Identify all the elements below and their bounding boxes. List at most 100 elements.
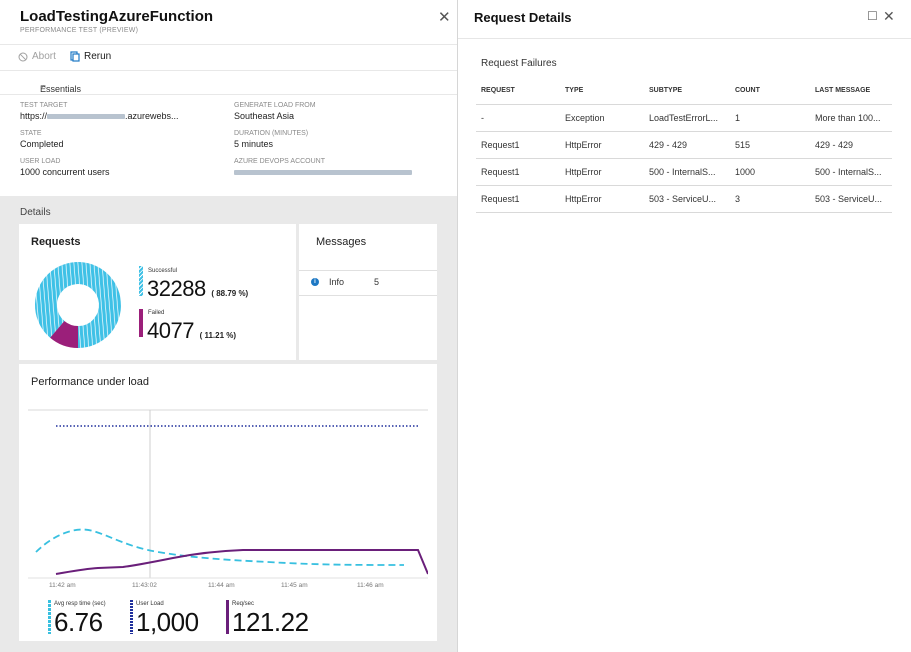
table-cell: 500 - InternalS... (810, 158, 892, 186)
request-details-title: Request Details (474, 10, 572, 25)
messages-card[interactable]: Messages i Info 5 (299, 224, 437, 360)
essentials-right-column: GENERATE LOAD FROM Southeast Asia DURATI… (234, 102, 434, 186)
details-label: Details (20, 207, 51, 218)
user-load-value: 1000 concurrent users (20, 167, 110, 177)
blade-subtitle: PERFORMANCE TEST (PREVIEW) (20, 27, 139, 34)
table-cell: 429 - 429 (810, 131, 892, 159)
column-header[interactable]: REQUEST (476, 78, 560, 105)
info-count: 5 (374, 277, 380, 287)
table-body: - Exception LoadTestErrorL... 1 More than 10… (476, 104, 892, 213)
state-value: Completed (20, 139, 64, 149)
devops-account-value[interactable] (234, 167, 434, 186)
request-failures-table: REQUEST TYPE SUBTYPE COUNT LAST MESSAGE - Exc… (476, 78, 892, 213)
user-load-legend-mark (130, 600, 133, 634)
close-icon[interactable]: ✕ (438, 8, 451, 26)
abort-icon (18, 52, 28, 61)
test-target-value[interactable]: https://.azurewebs... (20, 111, 220, 130)
table-cell: Request1 (476, 131, 560, 159)
x-tick-label: 11:43:02 (132, 582, 157, 589)
req-sec-value: 121.22 (232, 607, 309, 637)
redacted-text (234, 170, 412, 176)
essentials-left-column: TEST TARGET https://.azurewebs... STATE … (20, 102, 220, 186)
req-sec-series (55, 549, 428, 575)
table-cell: LoadTestErrorL... (644, 104, 730, 132)
failed-legend-mark (139, 309, 143, 337)
devops-account-label: AZURE DEVOPS ACCOUNT (234, 158, 326, 165)
generate-load-value: Southeast Asia (234, 111, 295, 121)
redacted-text (47, 114, 126, 120)
table-cell: 1000 (730, 158, 810, 186)
command-bar: Abort Rerun (0, 44, 457, 71)
details-section: Details Requests Successful 32288 ( 88.7… (0, 196, 457, 652)
table-cell: HttpError (560, 185, 644, 213)
duration-label: DURATION (MINUTES) (234, 130, 309, 137)
abort-label: Abort (32, 51, 56, 62)
table-cell: Request1 (476, 185, 560, 213)
info-icon: i (311, 278, 319, 286)
table-cell: Exception (560, 104, 644, 132)
failed-pct: ( 11.21 %) (199, 331, 237, 340)
avg-resp-time-series (35, 528, 405, 566)
performance-title: Performance under load (31, 376, 150, 388)
successful-legend-mark (139, 266, 143, 296)
requests-title: Requests (31, 236, 81, 248)
x-tick-label: 11:42 am (49, 582, 76, 589)
table-cell: Request1 (476, 158, 560, 186)
state-label: STATE (20, 130, 42, 137)
rerun-button[interactable]: Rerun (70, 51, 111, 62)
table-cell: HttpError (560, 131, 644, 159)
table-cell: 3 (730, 185, 810, 213)
table-row[interactable]: Request1 HttpError 503 - ServiceU... 3 503 -… (476, 185, 892, 213)
x-tick-label: 11:46 am (357, 582, 384, 589)
request-failures-label: Request Failures (481, 58, 557, 69)
successful-label: Successful (148, 268, 178, 274)
table-cell: 503 - ServiceU... (644, 185, 730, 213)
blade-title: LoadTestingAzureFunction (20, 8, 214, 25)
requests-donut-chart (34, 262, 121, 348)
column-header[interactable]: LAST MESSAGE (810, 78, 892, 105)
table-cell: More than 100... (810, 104, 892, 132)
table-row[interactable]: - Exception LoadTestErrorL... 1 More than 10… (476, 104, 892, 132)
avg-resp-legend-mark (48, 600, 51, 634)
generate-load-label: GENERATE LOAD FROM (234, 102, 316, 109)
test-target-label: TEST TARGET (20, 102, 68, 109)
successful-value: 32288 ( 88.79 %) (147, 276, 249, 301)
table-cell: 429 - 429 (644, 131, 730, 159)
user-load-value: 1,000 (136, 607, 199, 637)
request-details-blade: Request Details ☐ ✕ Request Failures REQ… (458, 0, 911, 652)
avg-resp-value: 6.76 (54, 607, 103, 637)
table-cell: 500 - InternalS... (644, 158, 730, 186)
header-divider (458, 38, 911, 39)
requests-card[interactable]: Requests Successful 32288 ( 88.79 %) Fai… (19, 224, 296, 360)
user-load-label: USER LOAD (20, 158, 61, 165)
maximize-icon[interactable]: ☐ (867, 9, 878, 23)
x-tick-label: 11:44 am (208, 582, 235, 589)
table-cell: 503 - ServiceU... (810, 185, 892, 213)
table-header-row: REQUEST TYPE SUBTYPE COUNT LAST MESSAGE (476, 78, 892, 105)
performance-card[interactable]: Performance under load 11:42 am 11:43:02 1… (19, 364, 437, 641)
chevron-up-icon: ⌃ (40, 84, 48, 94)
duration-value: 5 minutes (234, 139, 274, 149)
successful-pct: ( 88.79 %) (211, 289, 249, 298)
rerun-icon (70, 51, 80, 62)
messages-title: Messages (316, 236, 367, 248)
failed-label: Failed (148, 310, 165, 316)
table-row[interactable]: Request1 HttpError 429 - 429 515 429 - 429 (476, 131, 892, 159)
table-cell: - (476, 104, 560, 132)
x-tick-label: 11:45 am (281, 582, 308, 589)
close-icon[interactable]: ✕ (883, 8, 895, 25)
column-header[interactable]: SUBTYPE (644, 78, 730, 105)
table-cell: HttpError (560, 158, 644, 186)
table-cell: 1 (730, 104, 810, 132)
column-header[interactable]: TYPE (560, 78, 644, 105)
performance-line-chart (28, 409, 428, 579)
column-header[interactable]: COUNT (730, 78, 810, 105)
messages-info-row[interactable]: i Info 5 (299, 270, 437, 296)
essentials-toggle[interactable]: Essentials ⌃ (0, 76, 457, 95)
abort-button[interactable]: Abort (18, 51, 56, 62)
rerun-label: Rerun (84, 51, 112, 62)
load-test-blade: LoadTestingAzureFunction PERFORMANCE TES… (0, 0, 457, 652)
failed-value: 4077 ( 11.21 %) (147, 318, 237, 343)
table-row[interactable]: Request1 HttpError 500 - InternalS... 1000 5… (476, 158, 892, 186)
info-label: Info (329, 277, 345, 287)
